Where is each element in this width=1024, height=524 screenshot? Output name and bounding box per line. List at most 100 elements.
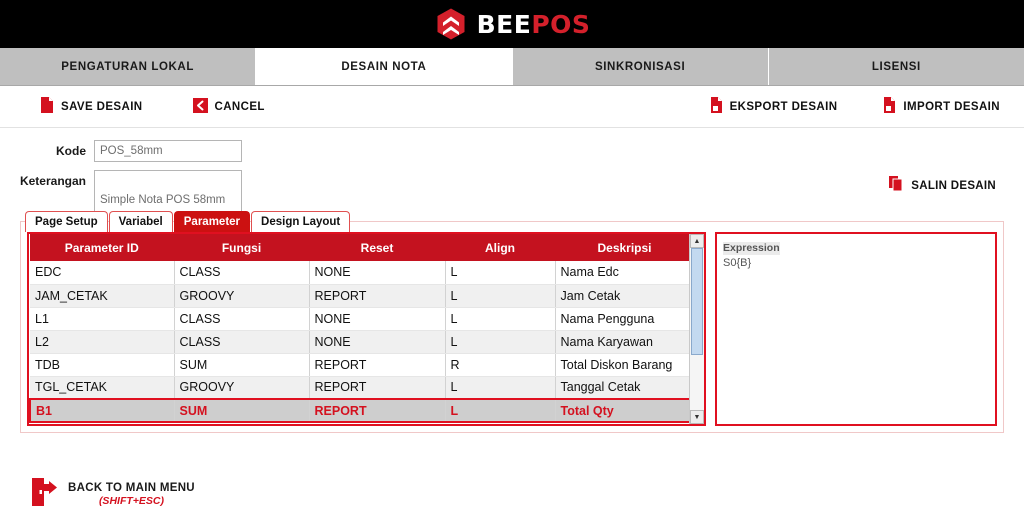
cell-reset: REPORT <box>309 398 446 423</box>
tab-pengaturan-lokal[interactable]: PENGATURAN LOKAL <box>0 48 257 85</box>
cell-fungsi: GROOVY <box>174 376 310 400</box>
table-row[interactable]: L1 CLASS NONE L Nama Pengguna <box>30 307 695 331</box>
parameter-table-body: EDC CLASS NONE L Nama Edc JAM_CETAK GROO… <box>29 261 695 423</box>
column-header-align[interactable]: Align <box>445 234 556 261</box>
exit-door-icon <box>30 477 58 512</box>
cell-parameter-id: B1 <box>29 398 175 423</box>
tab-desain-nota[interactable]: DESAIN NOTA <box>256 48 513 85</box>
cell-fungsi: CLASS <box>174 261 310 285</box>
cell-fungsi: SUM <box>174 398 310 423</box>
table-vertical-scrollbar[interactable]: ▲ ▼ <box>689 234 704 424</box>
designer-subtab-bar: Page Setup Variabel Parameter Design Lay… <box>25 210 351 232</box>
cell-reset: REPORT <box>309 376 446 400</box>
column-header-deskripsi[interactable]: Deskripsi <box>555 234 695 261</box>
cell-parameter-id: TGL_CETAK <box>30 376 175 400</box>
cell-align: L <box>445 330 556 354</box>
cell-parameter-id: L2 <box>30 330 175 354</box>
column-header-fungsi[interactable]: Fungsi <box>174 234 310 261</box>
subtab-design-layout[interactable]: Design Layout <box>251 211 351 232</box>
table-row[interactable]: EDC CLASS NONE L Nama Edc <box>30 261 695 285</box>
cell-align: L <box>445 307 556 331</box>
table-row[interactable]: JAM_CETAK GROOVY REPORT L Jam Cetak <box>30 284 695 308</box>
page-body: SAVE DESAIN CANCEL EKSPORT DESAIN IMPORT… <box>0 86 1024 524</box>
scroll-down-arrow-icon[interactable]: ▼ <box>690 410 704 424</box>
brand-logo: BEEPOS <box>434 7 591 41</box>
cell-deskripsi: Total Qty <box>555 398 695 423</box>
cell-parameter-id: EDC <box>30 261 175 285</box>
cell-reset: NONE <box>309 261 446 285</box>
expression-value: S0{B} <box>723 257 752 269</box>
cell-fungsi: CLASS <box>174 307 310 331</box>
cell-parameter-id: JAM_CETAK <box>30 284 175 308</box>
main-tab-bar: PENGATURAN LOKAL DESAIN NOTA SINKRONISAS… <box>0 48 1024 86</box>
import-desain-button[interactable]: IMPORT DESAIN <box>883 97 1000 116</box>
cell-align: L <box>445 398 556 423</box>
parameter-table: Parameter ID Fungsi Reset Align Deskrips… <box>29 234 695 423</box>
parameter-table-panel: Parameter ID Fungsi Reset Align Deskrips… <box>27 232 706 426</box>
cancel-label: CANCEL <box>214 100 265 113</box>
table-row[interactable]: TDB SUM REPORT R Total Diskon Barang <box>30 353 695 377</box>
document-icon <box>40 97 54 116</box>
column-header-reset[interactable]: Reset <box>309 234 446 261</box>
cell-align: L <box>445 284 556 308</box>
table-row-selected[interactable]: B1 SUM REPORT L Total Qty <box>29 398 695 423</box>
cell-fungsi: GROOVY <box>174 284 310 308</box>
kode-input[interactable] <box>94 140 242 162</box>
import-desain-label: IMPORT DESAIN <box>903 100 1000 113</box>
document-export-icon <box>710 97 723 116</box>
cell-align: L <box>445 376 556 400</box>
scrollbar-thumb[interactable] <box>691 248 703 355</box>
kode-label: Kode <box>56 144 86 158</box>
back-to-main-menu-button[interactable]: BACK TO MAIN MENU (SHIFT+ESC) <box>30 477 195 512</box>
brand-name-bee: BEE <box>476 9 532 39</box>
scroll-up-arrow-icon[interactable]: ▲ <box>690 234 704 248</box>
beepos-hexagon-logo-icon <box>434 7 468 41</box>
cell-deskripsi: Total Diskon Barang <box>555 353 695 377</box>
salin-desain-button[interactable]: SALIN DESAIN <box>889 176 996 195</box>
back-to-main-menu-shortcut: (SHIFT+ESC) <box>98 495 164 507</box>
kode-field-row: Kode <box>0 140 1024 162</box>
cell-deskripsi: Nama Karyawan <box>555 330 695 354</box>
table-row[interactable]: L2 CLASS NONE L Nama Karyawan <box>30 330 695 354</box>
table-header-row: Parameter ID Fungsi Reset Align Deskrips… <box>30 234 695 261</box>
copy-document-icon <box>889 176 904 195</box>
subtab-page-setup[interactable]: Page Setup <box>25 211 108 232</box>
cell-align: L <box>445 261 556 285</box>
app-header: BEEPOS <box>0 0 1024 48</box>
action-toolbar: SAVE DESAIN CANCEL EKSPORT DESAIN IMPORT… <box>0 86 1024 128</box>
save-desain-label: SAVE DESAIN <box>61 100 143 113</box>
cell-deskripsi: Tanggal Cetak <box>555 376 695 400</box>
subtab-variabel[interactable]: Variabel <box>108 211 173 232</box>
cancel-button[interactable]: CANCEL <box>192 97 265 116</box>
column-header-parameter-id[interactable]: Parameter ID <box>30 234 175 261</box>
back-arrow-icon <box>192 97 208 116</box>
eksport-desain-button[interactable]: EKSPORT DESAIN <box>710 97 838 116</box>
cell-reset: REPORT <box>309 353 446 377</box>
cell-deskripsi: Nama Edc <box>555 261 695 285</box>
cell-reset: NONE <box>309 307 446 331</box>
eksport-desain-label: EKSPORT DESAIN <box>729 100 838 113</box>
subtab-parameter[interactable]: Parameter <box>173 211 251 232</box>
cell-parameter-id: L1 <box>30 307 175 331</box>
cell-fungsi: CLASS <box>174 330 310 354</box>
designer-container: Page Setup Variabel Parameter Design Lay… <box>20 211 1004 433</box>
cell-reset: REPORT <box>309 284 446 308</box>
table-row[interactable]: TGL_CETAK GROOVY REPORT L Tanggal Cetak <box>30 376 695 400</box>
save-desain-button[interactable]: SAVE DESAIN <box>40 97 143 116</box>
back-to-main-menu-label: BACK TO MAIN MENU <box>68 482 195 494</box>
cell-align: R <box>445 353 556 377</box>
tab-sinkronisasi[interactable]: SINKRONISASI <box>513 48 769 85</box>
document-import-icon <box>883 97 896 116</box>
brand-name-pos: POS <box>531 9 591 39</box>
expression-panel[interactable]: Expression S0{B} <box>715 232 997 426</box>
cell-reset: NONE <box>309 330 446 354</box>
expression-label: Expression <box>723 242 780 255</box>
cell-parameter-id: TDB <box>30 353 175 377</box>
keterangan-label: Keterangan <box>19 174 86 188</box>
cell-fungsi: SUM <box>174 353 310 377</box>
cell-deskripsi: Nama Pengguna <box>555 307 695 331</box>
tab-lisensi[interactable]: LISENSI <box>769 48 1024 85</box>
cell-deskripsi: Jam Cetak <box>555 284 695 308</box>
scrollbar-track[interactable] <box>690 248 704 410</box>
salin-desain-label: SALIN DESAIN <box>911 179 996 192</box>
